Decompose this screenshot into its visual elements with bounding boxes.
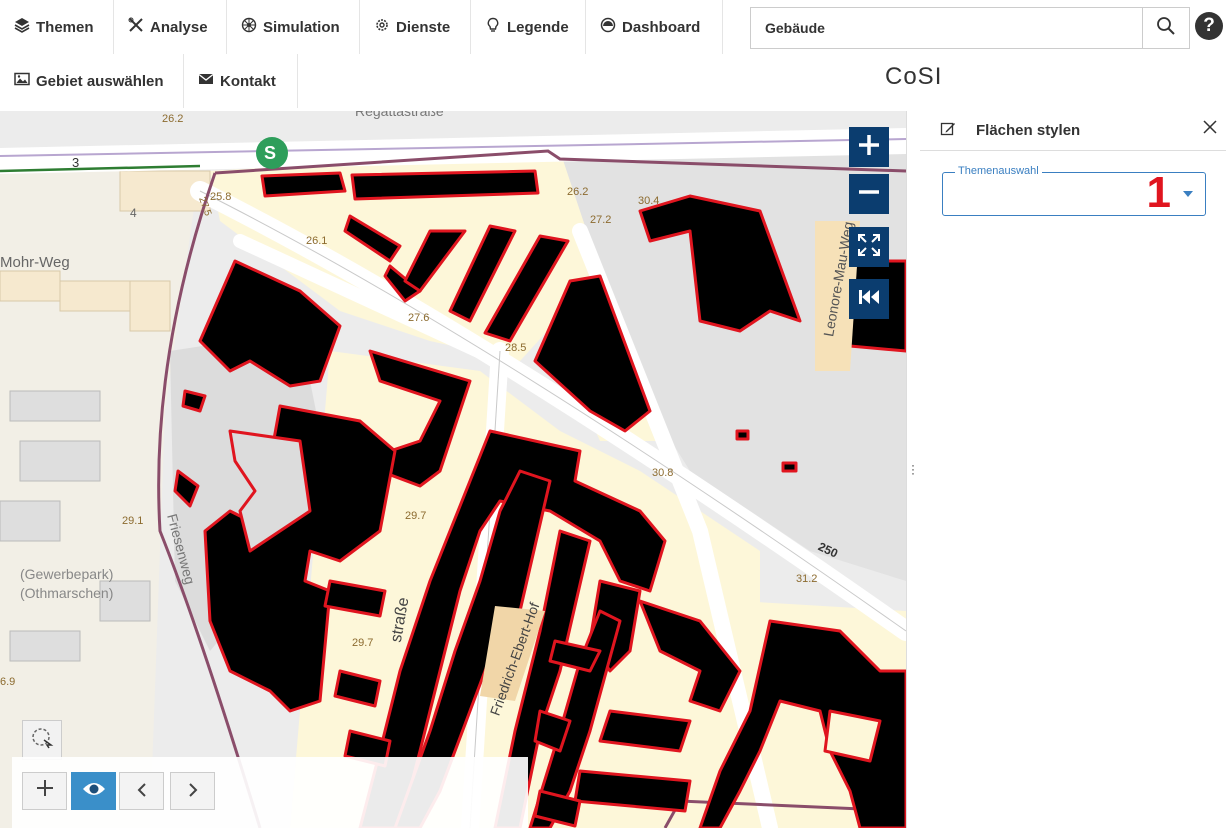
search-box — [750, 7, 1190, 49]
spot-height: 28.5 — [505, 342, 527, 354]
fast-backward-icon — [856, 284, 882, 315]
envelope-icon — [198, 71, 214, 91]
search-button[interactable] — [1142, 8, 1189, 48]
nav-label: Dienste — [396, 18, 451, 36]
app-title: CoSI — [885, 63, 943, 90]
spot-height: 31.2 — [796, 573, 818, 585]
map-canvas[interactable]: S Regattastraße Mohr-Weg Leonore-Mau-Weg… — [0, 111, 906, 828]
panel-header: Flächen stylen — [920, 111, 1226, 151]
spot-height: 26.2 — [162, 113, 184, 125]
spot-height: 6.9 — [0, 676, 16, 688]
nav-gebiet-auswaehlen[interactable]: Gebiet auswählen — [0, 54, 184, 108]
minus-icon — [856, 179, 882, 210]
eye-icon — [82, 777, 106, 805]
annotation-badge: 1 — [1146, 168, 1171, 217]
area-label: (Othmarschen) — [20, 585, 114, 601]
s-bahn-label: S — [264, 143, 277, 163]
help-label: ? — [1203, 15, 1215, 36]
zoom-in-button[interactable] — [849, 127, 889, 167]
panel-title: Flächen stylen — [976, 122, 1081, 139]
chevron-down-icon — [1183, 191, 1193, 197]
spot-height: 29.1 — [122, 515, 144, 527]
nav-label: Dashboard — [622, 18, 701, 36]
network-icon — [241, 17, 257, 37]
spot-height: 26.2 — [567, 186, 589, 198]
nav-label: Gebiet auswählen — [36, 72, 164, 90]
spot-height: 4 — [130, 206, 137, 220]
spot-height: 26.1 — [306, 235, 328, 247]
side-panel: Flächen stylen Themenauswahl 1 — [920, 111, 1226, 828]
add-button[interactable] — [22, 772, 67, 810]
previous-button[interactable] — [119, 772, 164, 810]
nav-label: Themen — [36, 18, 94, 36]
spot-height: 3 — [72, 155, 80, 170]
nav-legende[interactable]: Legende — [471, 0, 586, 54]
street-label: Mohr-Weg — [0, 254, 70, 271]
spot-height: 30.8 — [652, 467, 674, 479]
panel-resize-handle[interactable]: · · · — [906, 111, 920, 828]
spot-height: 25.8 — [210, 191, 232, 203]
layers-icon — [14, 17, 30, 37]
plus-icon — [856, 132, 882, 163]
close-icon[interactable] — [1202, 119, 1218, 140]
edit-icon — [940, 121, 956, 142]
nav-label: Legende — [507, 18, 569, 36]
nav-dashboard[interactable]: Dashboard — [586, 0, 723, 54]
spot-height: 29.7 — [405, 510, 427, 522]
spot-height: 27.2 — [590, 214, 612, 226]
nav-themen[interactable]: Themen — [0, 0, 114, 54]
speedometer-icon — [600, 17, 616, 37]
image-icon — [14, 71, 30, 91]
spot-height: 27.6 — [408, 312, 430, 324]
fullscreen-button[interactable] — [849, 227, 889, 267]
nav-label: Analyse — [150, 18, 208, 36]
area-label: (Gewerbepark) — [20, 566, 114, 582]
visibility-toggle-button[interactable] — [71, 772, 116, 810]
search-input[interactable] — [751, 8, 1143, 48]
nav-simulation[interactable]: Simulation — [227, 0, 360, 54]
tools-icon — [128, 17, 144, 37]
theme-select-label: Themenauswahl — [955, 165, 1042, 177]
top-navigation: Themen Analyse Simulation Dienste Legend… — [0, 0, 1226, 111]
next-button[interactable] — [170, 772, 215, 810]
help-button[interactable]: ? — [1195, 12, 1223, 40]
drag-dots-icon: · · · — [911, 458, 915, 480]
nav-kontakt[interactable]: Kontakt — [184, 54, 298, 108]
gear-icon — [374, 17, 390, 37]
chevron-left-icon — [135, 777, 149, 805]
chevron-right-icon — [186, 777, 200, 805]
expand-icon — [856, 232, 882, 263]
zoom-out-button[interactable] — [849, 174, 889, 214]
nav-label: Simulation — [263, 18, 340, 36]
nav-dienste[interactable]: Dienste — [360, 0, 471, 54]
search-icon — [1156, 16, 1176, 41]
spot-height: 30.4 — [638, 195, 660, 207]
street-label: Regattastraße — [355, 111, 444, 119]
spot-height: 29.7 — [352, 637, 374, 649]
select-area-button[interactable] — [22, 720, 62, 760]
lightbulb-icon — [485, 17, 501, 37]
select-icon — [30, 726, 54, 755]
nav-label: Kontakt — [220, 72, 276, 90]
theme-select[interactable]: Themenauswahl 1 — [942, 165, 1206, 217]
plus-icon — [35, 777, 55, 805]
nav-analyse[interactable]: Analyse — [114, 0, 227, 54]
reset-view-button[interactable] — [849, 279, 889, 319]
